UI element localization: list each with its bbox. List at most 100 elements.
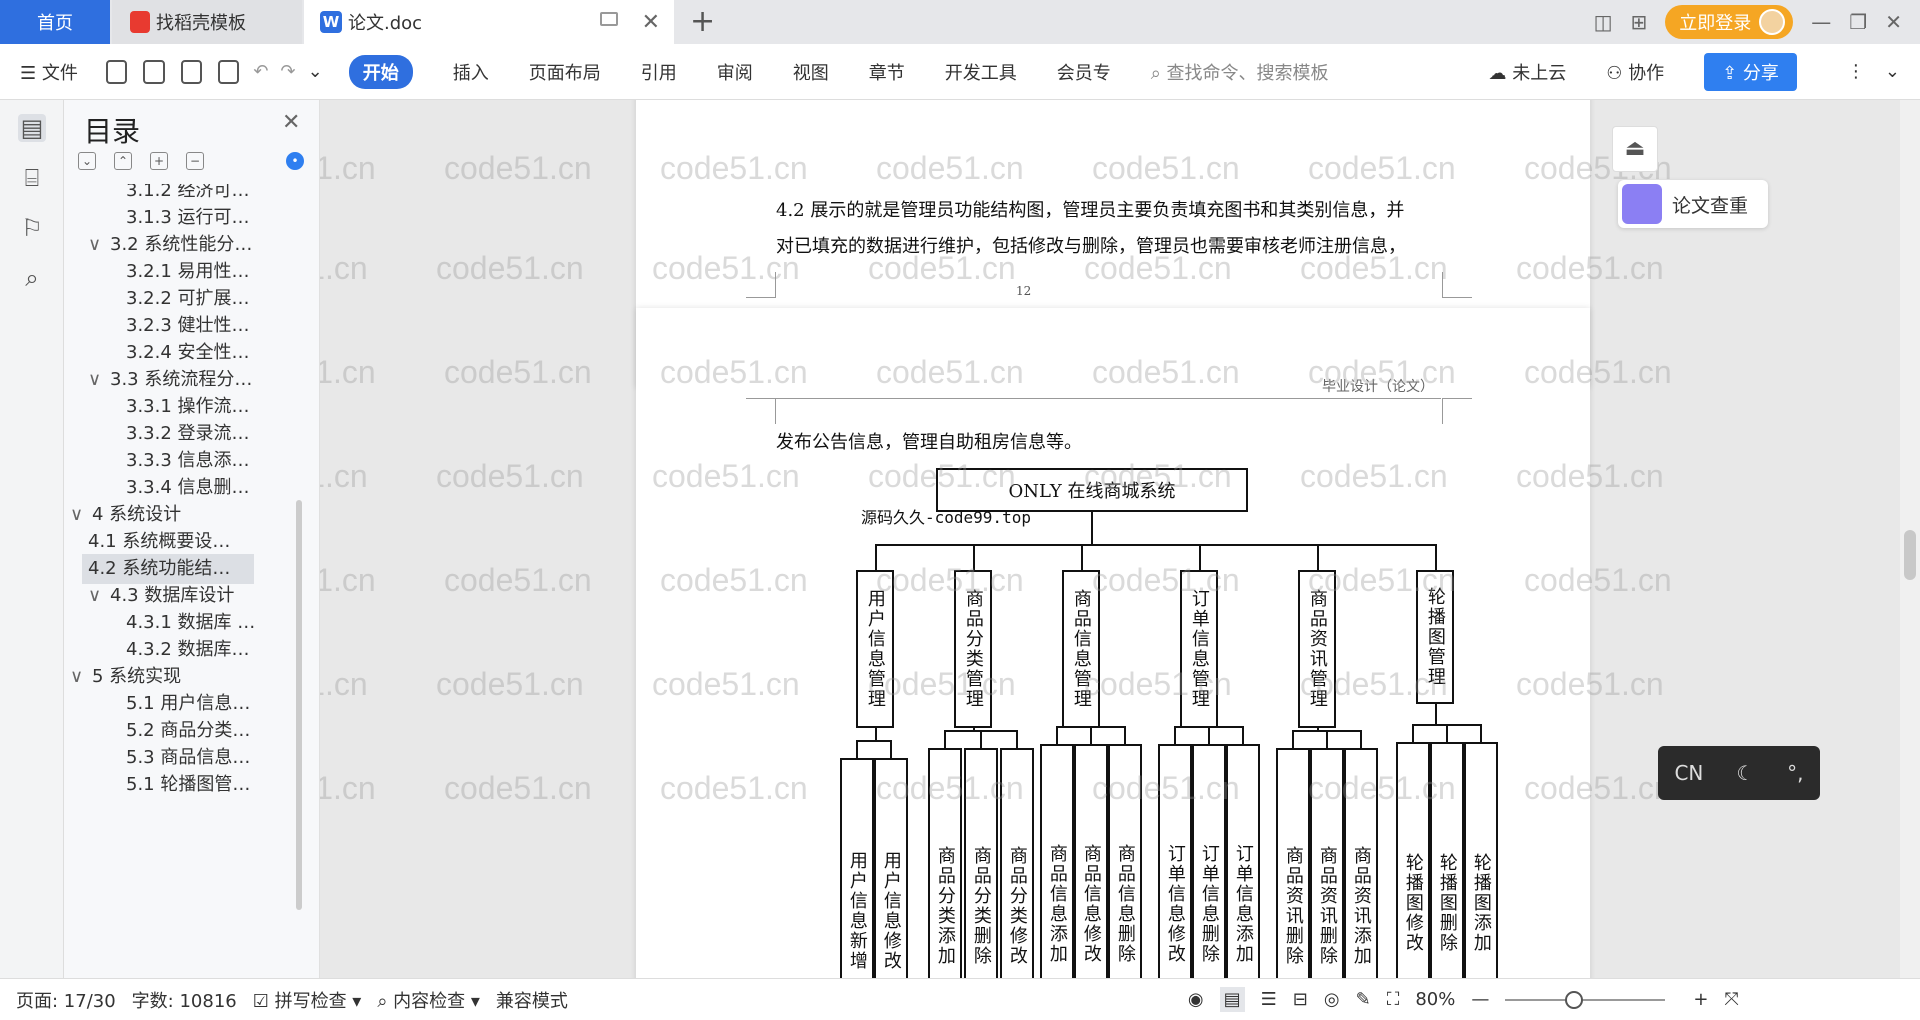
toc-item[interactable]: 3.3.3 信息添…: [64, 446, 304, 476]
toc-item[interactable]: ∨ 5 系统实现: [64, 662, 304, 692]
toc-item[interactable]: ∨ 3.3 系统流程分…: [64, 365, 304, 395]
toc-item[interactable]: 3.2.3 健壮性…: [64, 311, 304, 341]
spell-check[interactable]: ☑ 拼写检查 ▾: [253, 987, 362, 1013]
zoom-slider[interactable]: [1505, 990, 1666, 1009]
tab-reference[interactable]: 引用: [641, 59, 677, 85]
pen-icon[interactable]: ✎: [1356, 989, 1371, 1010]
toc-item[interactable]: 3.2.2 可扩展…: [64, 284, 304, 314]
toc-panel-icon[interactable]: ▤: [18, 114, 46, 142]
file-menu[interactable]: ☰ 文件: [20, 59, 78, 85]
toc-item[interactable]: 5.3 商品信息…: [64, 743, 304, 773]
toc-item[interactable]: 3.3.4 信息删…: [64, 473, 304, 503]
chevron-down-icon[interactable]: ∨: [88, 230, 110, 260]
toc-item[interactable]: 5.2 商品分类…: [64, 716, 304, 746]
toc-item[interactable]: 3.2.1 易用性…: [64, 257, 304, 287]
search-icon: ⌕: [1150, 62, 1167, 84]
chevron-down-icon[interactable]: ∨: [70, 500, 92, 530]
close-tab-icon[interactable]: ✕: [642, 10, 660, 35]
command-search[interactable]: ⌕ 查找命令、搜索模板: [1151, 59, 1329, 85]
zoom-out-icon[interactable]: —: [1471, 989, 1489, 1010]
toc-item[interactable]: 4.3.1 数据库 …: [64, 608, 304, 638]
more-icon[interactable]: ⋮: [1847, 61, 1865, 82]
save-icon[interactable]: [105, 59, 128, 84]
zoom-in-icon[interactable]: +: [1693, 989, 1708, 1010]
new-tab-button[interactable]: +: [690, 4, 715, 39]
toc-item[interactable]: 3.1.3 运行可…: [64, 203, 304, 233]
expand-up-icon[interactable]: ⌃: [114, 152, 132, 170]
undo-icon[interactable]: ↶: [253, 61, 268, 82]
web-view-icon[interactable]: ◎: [1324, 989, 1340, 1010]
eye-protection-icon[interactable]: ◉: [1188, 989, 1204, 1010]
page-view-icon[interactable]: ▤: [1219, 987, 1245, 1012]
reading-view-icon[interactable]: ⊟: [1293, 989, 1308, 1010]
apps-grid-icon[interactable]: ⊞: [1631, 10, 1648, 34]
tab-view[interactable]: 视图: [793, 59, 829, 85]
close-window-icon[interactable]: ✕: [1885, 10, 1902, 34]
collapse-ribbon-icon[interactable]: ⌄: [1885, 61, 1900, 82]
zoom-slider-thumb[interactable]: [1565, 990, 1584, 1009]
toc-item[interactable]: 3.2.4 安全性…: [64, 338, 304, 368]
tab-insert[interactable]: 插入: [453, 59, 489, 85]
login-button[interactable]: 立即登录: [1665, 5, 1794, 39]
export-pdf-icon[interactable]: [143, 59, 165, 84]
toc-item[interactable]: 3.3.2 登录流…: [64, 419, 304, 449]
toc-item[interactable]: 4.3.2 数据库…: [64, 635, 304, 665]
outline-view-icon[interactable]: ☰: [1261, 989, 1277, 1010]
reading-mode-icon[interactable]: ◫: [1594, 10, 1613, 34]
add-heading-icon[interactable]: +: [150, 152, 168, 170]
toc-item[interactable]: ∨ 4 系统设计: [64, 500, 304, 530]
toc-item[interactable]: ∨ 3.2 系统性能分…: [64, 230, 304, 260]
close-icon[interactable]: ✕: [282, 110, 300, 135]
ime-toolbar[interactable]: CN ☾ °,: [1658, 746, 1820, 800]
toc-item[interactable]: 3.3.1 操作流…: [64, 392, 304, 422]
navigation-icon[interactable]: ⌸: [18, 164, 46, 192]
fit-page-icon[interactable]: ⛶: [1387, 989, 1400, 1010]
toc-item[interactable]: 5.1 轮播图管…: [64, 770, 304, 800]
tab-docer-templates[interactable]: 找稻壳模板: [112, 0, 302, 44]
tab-home[interactable]: 首页: [0, 0, 110, 44]
more-dropdown-icon[interactable]: ⌄: [308, 61, 323, 82]
tab-chapter[interactable]: 章节: [869, 59, 905, 85]
restore-icon[interactable]: ❐: [1849, 10, 1867, 34]
tab-start[interactable]: 开始: [348, 54, 413, 89]
toc-item[interactable]: 4.1 系统概要设…: [64, 527, 304, 557]
content-check[interactable]: ⌕ 内容检查 ▾: [377, 987, 480, 1013]
tab-review[interactable]: 审阅: [717, 59, 753, 85]
toc-scrollbar[interactable]: [296, 500, 302, 910]
toc-item[interactable]: 5.1 用户信息…: [64, 689, 304, 719]
tab-layout[interactable]: 页面布局: [529, 59, 601, 85]
paper-check-button[interactable]: 论文查重: [1618, 180, 1768, 228]
collapse-sidebar-icon[interactable]: ⏏: [1612, 126, 1658, 172]
tab-dev-tools[interactable]: 开发工具: [945, 59, 1017, 85]
page-count[interactable]: 页面: 17/30: [16, 987, 116, 1013]
punctuation-icon[interactable]: °,: [1787, 761, 1803, 785]
tab-document[interactable]: W 论文.doc ✕: [304, 0, 674, 44]
bookmark-icon[interactable]: ⚐: [18, 214, 46, 242]
remove-heading-icon[interactable]: −: [186, 152, 204, 170]
share-button[interactable]: ⇪ 分享: [1704, 52, 1797, 91]
watermark-text: code51.cn: [444, 150, 592, 186]
redo-icon[interactable]: ↷: [281, 61, 296, 82]
print-icon[interactable]: [180, 59, 203, 84]
word-count[interactable]: 字数: 10816: [132, 987, 237, 1013]
collapse-all-icon[interactable]: ⌄: [78, 152, 96, 170]
toc-item[interactable]: ∨ 4.3 数据库设计: [64, 581, 304, 611]
chevron-down-icon[interactable]: ∨: [88, 581, 110, 611]
toc-item[interactable]: 4.2 系统功能结…: [82, 554, 254, 584]
ai-assist-icon[interactable]: •: [286, 152, 304, 170]
fullscreen-icon[interactable]: ⤧: [1724, 989, 1738, 1010]
zoom-level[interactable]: 80%: [1415, 989, 1455, 1010]
minimize-icon[interactable]: —: [1811, 10, 1831, 34]
monitor-icon[interactable]: [600, 12, 618, 26]
scroll-thumb[interactable]: [1904, 530, 1916, 580]
search-panel-icon[interactable]: ⌕: [18, 264, 46, 292]
chevron-down-icon[interactable]: ∨: [70, 662, 92, 692]
tab-bar: 首页 找稻壳模板 W 论文.doc ✕ + ◫ ⊞ 立即登录 — ❐ ✕: [0, 0, 1920, 44]
cloud-status[interactable]: ☁ 未上云: [1489, 59, 1567, 85]
collaborate-button[interactable]: ⚇ 协作: [1606, 59, 1664, 85]
moon-icon[interactable]: ☾: [1736, 761, 1754, 785]
chevron-down-icon[interactable]: ∨: [88, 365, 110, 395]
print-preview-icon[interactable]: [218, 59, 240, 84]
tab-member[interactable]: 会员专: [1057, 59, 1111, 85]
vertical-scrollbar[interactable]: [1900, 100, 1920, 978]
